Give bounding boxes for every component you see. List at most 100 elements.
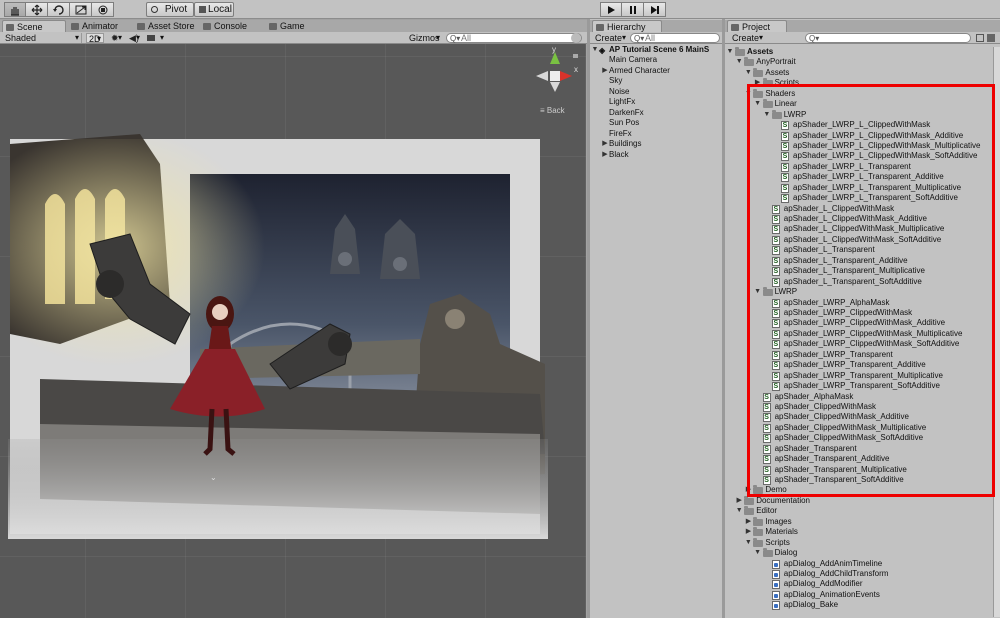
gizmo-x-axis[interactable] <box>560 71 572 81</box>
move-tool-button[interactable] <box>26 2 48 17</box>
hierarchy-search-input[interactable]: Q▾ All <box>630 33 720 43</box>
project-file[interactable]: SapShader_L_Transparent <box>725 245 993 256</box>
hierarchy-create-dropdown[interactable]: Create <box>592 33 628 43</box>
project-folder[interactable]: ▶ Documentation <box>725 495 993 507</box>
project-file[interactable]: SapShader_LWRP_L_ClippedWithMask_SoftAdd… <box>725 151 993 162</box>
scale-tool-button[interactable] <box>70 2 92 17</box>
project-file[interactable]: SapShader_ClippedWithMask_Additive <box>725 412 993 423</box>
expand-arrow-icon[interactable]: ▶ <box>744 527 752 538</box>
expand-arrow-icon[interactable]: ▼ <box>726 47 734 58</box>
expand-arrow-icon[interactable]: ▶ <box>601 139 609 150</box>
expand-arrow-icon[interactable]: ▶ <box>601 66 609 77</box>
project-file[interactable]: SapShader_ClippedWithMask <box>725 402 993 413</box>
project-file[interactable]: apDialog_AddAnimTimeline <box>725 559 993 570</box>
expand-arrow-icon[interactable]: ▶ <box>744 485 752 496</box>
project-folder[interactable]: ▶ Images <box>725 516 993 528</box>
project-folder[interactable]: ▼ Linear <box>725 99 993 110</box>
rotate-tool-button[interactable] <box>48 2 70 17</box>
project-file[interactable]: apDialog_AddModifier <box>725 579 993 590</box>
filter-icon[interactable] <box>976 34 984 42</box>
project-folder[interactable]: ▼ Editor <box>725 506 993 517</box>
shading-dropdown[interactable]: Shaded <box>2 33 82 43</box>
play-button[interactable] <box>600 2 622 17</box>
favorites-icon[interactable] <box>987 34 995 42</box>
mode-2d-toggle[interactable]: 2D <box>86 33 104 44</box>
hierarchy-item[interactable]: LightFx <box>590 97 722 108</box>
gizmo-neg-y-axis[interactable] <box>550 82 560 92</box>
lighting-toggle[interactable]: ✹ <box>108 33 124 43</box>
hierarchy-item[interactable]: Main Camera <box>590 55 722 66</box>
lock-icon[interactable] <box>573 54 578 58</box>
pause-button[interactable] <box>622 2 644 17</box>
expand-arrow-icon[interactable]: ▶ <box>601 150 609 161</box>
project-file[interactable]: SapShader_ClippedWithMask_SoftAdditive <box>725 433 993 444</box>
project-file[interactable]: SapShader_Transparent_Additive <box>725 454 993 465</box>
hierarchy-item[interactable]: FireFx <box>590 129 722 140</box>
project-file[interactable]: SapShader_LWRP_Transparent <box>725 350 993 361</box>
project-file[interactable]: SapShader_LWRP_L_Transparent_Multiplicat… <box>725 183 993 194</box>
project-file[interactable]: SapShader_AlphaMask <box>725 392 993 403</box>
project-file[interactable]: SapShader_ClippedWithMask_Multiplicative <box>725 423 993 434</box>
hierarchy-item[interactable]: Noise <box>590 87 722 98</box>
project-scrollbar[interactable] <box>993 47 1000 617</box>
gizmo-center[interactable] <box>550 71 560 81</box>
project-file[interactable]: SapShader_LWRP_L_ClippedWithMask_Additiv… <box>725 131 993 142</box>
expand-arrow-icon[interactable]: ▼ <box>744 538 752 549</box>
step-button[interactable] <box>644 2 666 17</box>
project-file[interactable]: SapShader_L_ClippedWithMask_SoftAdditive <box>725 235 993 246</box>
project-file[interactable]: apDialog_AnimationEvents <box>725 590 993 601</box>
project-file[interactable]: apDialog_AddChildTransform <box>725 569 993 580</box>
project-folder[interactable]: ▼ LWRP <box>725 109 993 121</box>
project-file[interactable]: SapShader_LWRP_L_Transparent_SoftAdditiv… <box>725 193 993 204</box>
expand-arrow-icon[interactable]: ▼ <box>735 57 743 68</box>
project-file[interactable]: SapShader_LWRP_L_Transparent_Additive <box>725 172 993 183</box>
audio-toggle[interactable]: ◀) <box>126 33 142 43</box>
project-file[interactable]: SapShader_L_Transparent_Additive <box>725 256 993 267</box>
project-file[interactable]: SapShader_L_ClippedWithMask_Multiplicati… <box>725 224 993 235</box>
expand-arrow-icon[interactable]: ▶ <box>754 78 762 89</box>
project-folder[interactable]: ▶ Demo <box>725 485 993 496</box>
project-file[interactable]: apDialog_Bake <box>725 600 993 611</box>
project-file[interactable]: SapShader_Transparent <box>725 444 993 455</box>
expand-arrow-icon[interactable]: ▼ <box>763 110 771 121</box>
expand-arrow-icon[interactable]: ▶ <box>744 517 752 528</box>
scene-search-input[interactable]: Q▾ All <box>446 33 582 43</box>
hierarchy-item[interactable]: ▶ Buildings <box>590 139 722 150</box>
hierarchy-item[interactable]: ▶ Armed Character <box>590 66 722 77</box>
rect-tool-button[interactable] <box>92 2 114 17</box>
expand-arrow-icon[interactable]: ▼ <box>735 506 743 517</box>
project-file[interactable]: SapShader_LWRP_Transparent_SoftAdditive <box>725 381 993 392</box>
project-file[interactable]: SapShader_LWRP_ClippedWithMask_Additive <box>725 318 993 329</box>
hierarchy-item[interactable]: ▶ Black <box>590 150 722 161</box>
project-folder[interactable]: ▼ Scripts <box>725 537 993 549</box>
project-folder[interactable]: ▼ Assets <box>725 67 993 79</box>
project-file[interactable]: SapShader_LWRP_ClippedWithMask_SoftAddit… <box>725 339 993 350</box>
hierarchy-item[interactable]: DarkenFx <box>590 108 722 119</box>
project-file[interactable]: SapShader_LWRP_AlphaMask <box>725 298 993 309</box>
project-folder[interactable]: ▼ AnyPortrait <box>725 57 993 68</box>
project-file[interactable]: SapShader_L_Transparent_SoftAdditive <box>725 277 993 288</box>
project-file[interactable]: SapShader_LWRP_ClippedWithMask_Multiplic… <box>725 329 993 340</box>
local-toggle[interactable]: Local <box>194 2 234 17</box>
project-file[interactable]: SapShader_Transparent_Multiplicative <box>725 465 993 476</box>
expand-arrow-icon[interactable]: ▼ <box>754 287 762 298</box>
project-folder[interactable]: ▼ LWRP <box>725 287 993 298</box>
hierarchy-item[interactable]: Sky <box>590 76 722 87</box>
project-file[interactable]: SapShader_LWRP_L_Transparent <box>725 162 993 173</box>
project-folder[interactable]: ▼ Dialog <box>725 548 993 559</box>
project-file[interactable]: SapShader_LWRP_Transparent_Multiplicativ… <box>725 371 993 382</box>
expand-arrow-icon[interactable]: ▼ <box>744 68 752 79</box>
project-file[interactable]: SapShader_LWRP_ClippedWithMask <box>725 308 993 319</box>
project-file[interactable]: SapShader_L_ClippedWithMask <box>725 204 993 215</box>
project-create-dropdown[interactable]: Create <box>729 33 765 43</box>
hierarchy-item[interactable]: Sun Pos <box>590 118 722 129</box>
project-file[interactable]: SapShader_L_ClippedWithMask_Additive <box>725 214 993 225</box>
effects-dropdown[interactable] <box>144 33 166 43</box>
scene-root[interactable]: ▼ ◈ AP Tutorial Scene 6 MainS <box>590 45 722 56</box>
project-folder[interactable]: ▼ Assets <box>725 47 993 58</box>
orientation-gizmo[interactable]: y x ≡ Back <box>536 45 578 115</box>
clear-search-icon[interactable] <box>571 33 581 43</box>
project-search-input[interactable]: Q▾ <box>805 33 971 43</box>
project-file[interactable]: SapShader_LWRP_Transparent_Additive <box>725 360 993 371</box>
hand-tool-button[interactable] <box>4 2 26 17</box>
